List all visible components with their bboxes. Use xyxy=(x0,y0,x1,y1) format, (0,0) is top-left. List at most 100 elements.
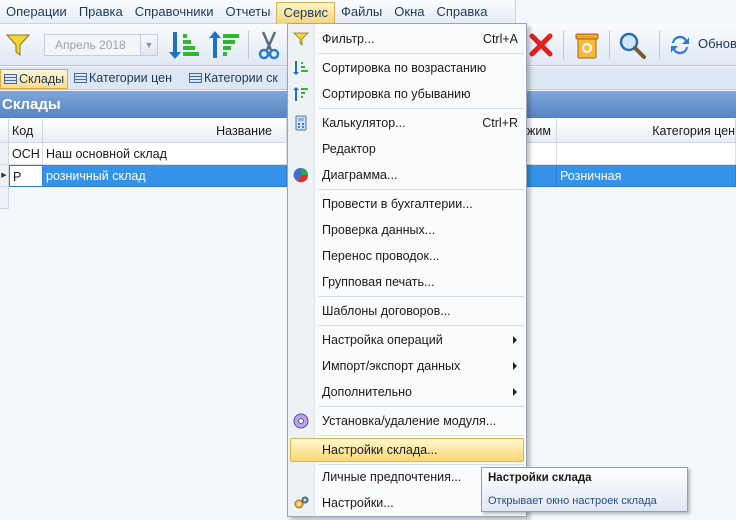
menu-item-module-install[interactable]: Установка/удаление модуля... xyxy=(290,409,524,433)
menu-item-label: Настройки... xyxy=(322,496,394,510)
tooltip-title: Настройки склада xyxy=(488,472,592,484)
menu-bar: Операции Правка Справочники Отчеты Серви… xyxy=(0,0,516,24)
menu-item-sort-ascending[interactable]: Сортировка по возрастанию xyxy=(290,56,524,80)
module-install-icon xyxy=(293,413,309,429)
sort-descending-icon[interactable] xyxy=(206,28,242,62)
menu-separator xyxy=(318,435,524,436)
tab-warehouses[interactable]: Склады xyxy=(0,69,68,89)
menu-windows[interactable]: Окна xyxy=(388,1,430,23)
menu-item-label: Дополнительно xyxy=(322,385,412,399)
menu-help[interactable]: Справка xyxy=(431,1,494,23)
tab-discount-categories[interactable]: Категории ск xyxy=(186,69,288,89)
menu-reports[interactable]: Отчеты xyxy=(220,1,277,23)
settings-gears-icon xyxy=(293,495,309,511)
recycle-bin-icon[interactable] xyxy=(570,28,604,62)
column-header-name[interactable]: Название xyxy=(43,119,287,143)
submenu-arrow-icon xyxy=(513,336,517,344)
cell-code[interactable]: ОСН xyxy=(9,143,43,165)
menu-references[interactable]: Справочники xyxy=(129,1,220,23)
menu-item-label: Калькулятор... xyxy=(322,116,406,130)
menu-item-calculator[interactable]: Калькулятор... Ctrl+R xyxy=(290,111,524,135)
menu-item-label: Перенос проводок... xyxy=(322,249,440,263)
tooltip-body: Открывает окно настроек склада xyxy=(488,495,657,507)
menu-item-shortcut: Ctrl+A xyxy=(482,32,518,46)
delete-icon[interactable] xyxy=(526,28,556,62)
cell-name[interactable]: розничный склад xyxy=(43,165,287,187)
period-value: Апрель 2018 xyxy=(55,38,126,52)
menu-service[interactable]: Сервис xyxy=(276,1,335,24)
menu-item-label: Диаграмма... xyxy=(322,168,398,182)
menu-item-label: Настройка операций xyxy=(322,333,443,347)
menu-item-import-export[interactable]: Импорт/экспорт данных xyxy=(290,354,524,378)
filter-icon[interactable] xyxy=(2,28,34,62)
filter-icon xyxy=(293,31,309,47)
table-icon xyxy=(4,74,17,84)
menu-item-label: Фильтр... xyxy=(322,32,375,46)
menu-edit[interactable]: Правка xyxy=(73,1,129,23)
tab-label: Категории ск xyxy=(204,71,278,85)
cell-price-category[interactable] xyxy=(557,143,736,165)
tab-price-categories[interactable]: Категории цен xyxy=(71,69,183,89)
submenu-arrow-icon xyxy=(513,362,517,370)
submenu-arrow-icon xyxy=(513,388,517,396)
menu-item-contract-templates[interactable]: Шаблоны договоров... xyxy=(290,299,524,323)
refresh-icon[interactable] xyxy=(666,28,694,62)
scissors-icon[interactable] xyxy=(254,28,284,62)
menu-item-label: Настройки склада... xyxy=(322,443,438,457)
toolbar-separator xyxy=(609,31,610,59)
menu-item-label: Провести в бухгалтерии... xyxy=(322,197,473,211)
column-header-mode[interactable]: жим xyxy=(527,119,557,143)
menu-item-label: Импорт/экспорт данных xyxy=(322,359,461,373)
chevron-down-icon[interactable]: ▼ xyxy=(140,35,157,55)
menu-item-chart[interactable]: Диаграмма... xyxy=(290,163,524,187)
menu-item-label: Редактор xyxy=(322,142,376,156)
menu-item-label: Сортировка по возрастанию xyxy=(322,61,487,75)
menu-separator xyxy=(318,296,524,297)
tooltip: Настройки склада Открывает окно настроек… xyxy=(481,467,688,512)
tab-label: Категории цен xyxy=(89,71,172,85)
toolbar-separator xyxy=(563,31,564,59)
row-indicator xyxy=(0,143,9,165)
menu-item-data-check[interactable]: Проверка данных... xyxy=(290,218,524,242)
refresh-button-label[interactable]: Обнов xyxy=(698,36,736,51)
menu-item-operations-setup[interactable]: Настройка операций xyxy=(290,328,524,352)
menu-item-warehouse-settings[interactable]: Настройки склада... xyxy=(290,438,524,462)
menu-separator xyxy=(318,325,524,326)
menu-item-transfer-entries[interactable]: Перенос проводок... xyxy=(290,244,524,268)
menu-separator xyxy=(318,53,524,54)
search-icon[interactable] xyxy=(615,28,649,62)
column-header-price-category[interactable]: Категория цен xyxy=(557,119,736,143)
menu-item-shortcut: Ctrl+R xyxy=(482,116,518,130)
menu-item-label: Групповая печать... xyxy=(322,275,435,289)
menu-item-filter[interactable]: Фильтр... Ctrl+A xyxy=(290,27,524,51)
menu-item-post-accounting[interactable]: Провести в бухгалтерии... xyxy=(290,192,524,216)
menu-item-group-print[interactable]: Групповая печать... xyxy=(290,270,524,294)
menu-item-editor[interactable]: Редактор xyxy=(290,137,524,161)
sort-ascending-icon xyxy=(293,60,309,76)
row-indicator xyxy=(0,187,9,209)
column-header-code[interactable]: Код xyxy=(9,119,43,143)
sort-descending-icon xyxy=(293,86,309,102)
menu-item-label: Сортировка по убыванию xyxy=(322,87,471,101)
pie-chart-icon xyxy=(293,167,309,183)
menu-item-label: Шаблоны договоров... xyxy=(322,304,451,318)
menu-item-additional[interactable]: Дополнительно xyxy=(290,380,524,404)
menu-separator xyxy=(318,406,524,407)
sort-ascending-icon[interactable] xyxy=(166,28,202,62)
cell-mode[interactable] xyxy=(527,165,557,187)
menu-item-label: Установка/удаление модуля... xyxy=(322,414,497,428)
menu-item-sort-descending[interactable]: Сортировка по убыванию xyxy=(290,82,524,106)
cell-name[interactable]: Наш основной склад xyxy=(43,143,287,165)
toolbar-separator xyxy=(659,31,660,59)
menu-files[interactable]: Файлы xyxy=(335,1,388,23)
row-pointer-icon: ▶ xyxy=(0,165,9,187)
menu-operations[interactable]: Операции xyxy=(0,1,73,23)
table-icon xyxy=(189,73,202,83)
calculator-icon xyxy=(293,115,309,131)
cell-mode[interactable] xyxy=(527,143,557,165)
menu-item-label: Личные предпочтения... xyxy=(322,470,462,484)
cell-code[interactable]: Р xyxy=(9,165,43,187)
period-select[interactable]: Апрель 2018 ▼ xyxy=(44,34,158,56)
cell-price-category[interactable]: Розничная xyxy=(557,165,736,187)
service-menu-dropdown: Фильтр... Ctrl+A Сортировка по возрастан… xyxy=(287,23,527,517)
